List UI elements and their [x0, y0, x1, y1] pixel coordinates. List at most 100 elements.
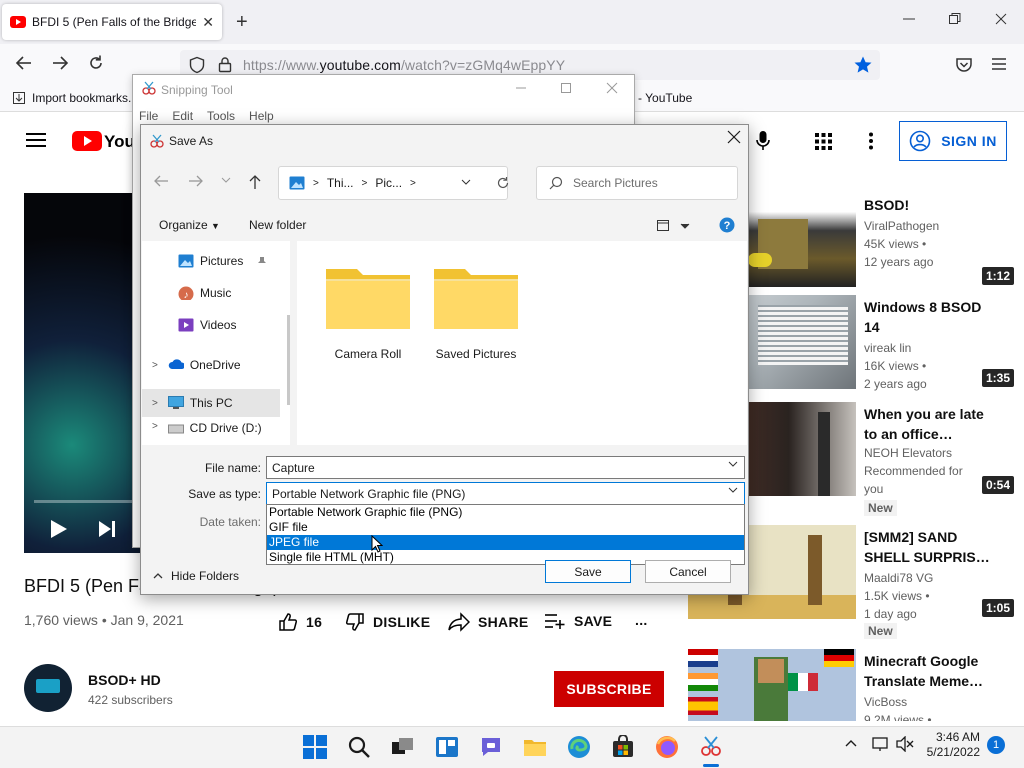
sign-in-button[interactable]: SIGN IN	[899, 121, 1007, 161]
show-hidden-icons-chevron-icon[interactable]	[845, 739, 857, 747]
task-view-icon[interactable]	[391, 735, 415, 759]
dialog-address-bar[interactable]: > Thi... > Pic... >	[278, 166, 508, 200]
browser-tab[interactable]: BFDI 5 (Pen Falls of the Bridge) - ✕	[2, 4, 222, 40]
shield-icon[interactable]	[188, 56, 206, 74]
channel-name[interactable]: BSOD+ HD	[88, 672, 161, 688]
up-folder-icon[interactable]	[248, 174, 262, 190]
reload-icon[interactable]	[86, 53, 106, 73]
youtube-menu-icon[interactable]	[26, 132, 46, 148]
save-type-select[interactable]: Portable Network Graphic file (PNG)	[266, 482, 745, 505]
menu-file[interactable]: File	[139, 109, 158, 123]
minimize-window-icon[interactable]	[902, 12, 916, 26]
play-icon[interactable]	[50, 519, 68, 539]
snip-minimize-icon[interactable]	[515, 82, 527, 94]
nav-item-music[interactable]: ♪ Music	[142, 279, 280, 307]
hide-folders-toggle[interactable]: Hide Folders	[153, 569, 239, 583]
youtube-logo-icon[interactable]: You	[72, 130, 132, 152]
bookmark-star-icon[interactable]	[853, 55, 873, 75]
notification-badge[interactable]: 1	[987, 736, 1005, 754]
start-windows-icon[interactable]	[303, 735, 327, 759]
organize-button[interactable]: Organize ▼	[159, 218, 220, 232]
microphone-icon[interactable]	[755, 130, 771, 152]
bookmark-youtube-tail[interactable]: - YouTube	[638, 91, 692, 105]
snip-maximize-icon[interactable]	[560, 82, 572, 94]
breadcrumb-this-pc[interactable]: Thi...	[327, 176, 354, 190]
expand-chevron-icon[interactable]: >	[152, 360, 158, 371]
nav-item-videos[interactable]: Videos	[142, 311, 280, 339]
folder-camera-roll[interactable]: Camera Roll	[313, 261, 423, 361]
nav-item-this-pc[interactable]: > This PC	[142, 389, 280, 417]
nav-item-pictures[interactable]: Pictures	[142, 247, 280, 275]
chat-teams-icon[interactable]	[479, 735, 503, 759]
restore-window-icon[interactable]	[948, 12, 962, 26]
pocket-icon[interactable]	[955, 56, 973, 74]
save-video-button[interactable]: SAVE	[544, 612, 612, 630]
new-tab-button[interactable]: +	[236, 10, 248, 34]
back-icon[interactable]	[14, 53, 34, 73]
clock-time[interactable]: 3:46 AM	[920, 730, 980, 744]
nav-item-onedrive[interactable]: > OneDrive	[142, 351, 280, 379]
lock-icon[interactable]	[217, 56, 233, 74]
file-name-input[interactable]: Capture	[266, 456, 745, 479]
recent-locations-chevron-icon[interactable]	[221, 177, 231, 183]
cancel-button[interactable]: Cancel	[645, 560, 731, 583]
close-window-icon[interactable]	[994, 12, 1008, 26]
url-text[interactable]: https://www.youtube.com/watch?v=zGMq4wEp…	[243, 57, 565, 73]
network-icon[interactable]	[872, 736, 888, 752]
recommended-video[interactable]: Minecraft Google Translate Meme… VicBoss…	[688, 649, 1018, 721]
channel-avatar[interactable]	[24, 664, 72, 712]
option-jpeg[interactable]: JPEG file	[267, 535, 744, 550]
dialog-forward-icon[interactable]	[188, 174, 204, 188]
more-actions-button[interactable]: ...	[635, 612, 648, 628]
snip-close-icon[interactable]	[606, 82, 618, 94]
view-options-icon[interactable]	[657, 220, 691, 232]
volume-muted-icon[interactable]	[896, 736, 914, 752]
expand-chevron-icon[interactable]: >	[152, 421, 158, 432]
apps-grid-icon[interactable]	[815, 133, 832, 150]
menu-edit[interactable]: Edit	[172, 109, 193, 123]
dialog-close-icon[interactable]	[727, 130, 741, 144]
expand-chevron-icon[interactable]: >	[152, 398, 158, 409]
subscribe-button[interactable]: SUBSCRIBE	[554, 671, 664, 707]
microsoft-store-icon[interactable]	[611, 735, 635, 759]
more-options-icon[interactable]	[868, 132, 874, 150]
video-player[interactable]	[24, 193, 144, 553]
taskbar-search-icon[interactable]	[347, 735, 371, 759]
tab-close-icon[interactable]: ✕	[202, 14, 214, 31]
nav-item-cd-drive[interactable]: > CD Drive (D:) virt	[142, 421, 280, 437]
option-png[interactable]: Portable Network Graphic file (PNG)	[267, 505, 744, 520]
clock-date[interactable]: 5/21/2022	[916, 745, 980, 759]
new-folder-button[interactable]: New folder	[249, 218, 306, 232]
option-gif[interactable]: GIF file	[267, 520, 744, 535]
next-video-icon[interactable]	[98, 520, 116, 538]
dislike-button[interactable]: DISLIKE	[345, 612, 430, 632]
video-duration: 0:54	[981, 476, 1014, 494]
import-bookmarks-link[interactable]: Import bookmarks...	[32, 91, 138, 105]
help-icon[interactable]: ?	[719, 217, 735, 233]
hamburger-menu-icon[interactable]	[991, 57, 1007, 71]
firefox-icon[interactable]	[655, 735, 679, 759]
file-name-dropdown-chevron-icon[interactable]	[728, 461, 738, 467]
menu-help[interactable]: Help	[249, 109, 274, 123]
save-button[interactable]: Save	[545, 560, 631, 583]
dialog-search-box[interactable]: Search Pictures	[536, 166, 738, 200]
address-dropdown-chevron-icon[interactable]	[461, 179, 471, 185]
breadcrumb-pictures[interactable]: Pic...	[375, 176, 402, 190]
video-thumbnail[interactable]	[688, 649, 856, 721]
pin-icon[interactable]	[257, 256, 267, 266]
video-progress-bar[interactable]	[34, 500, 132, 503]
dialog-back-icon[interactable]	[153, 174, 169, 188]
folder-saved-pictures[interactable]: Saved Pictures	[421, 261, 531, 361]
forward-icon[interactable]	[50, 53, 70, 73]
file-explorer-icon[interactable]	[523, 735, 547, 759]
nav-pane-scrollbar[interactable]	[287, 315, 290, 405]
menu-tools[interactable]: Tools	[207, 109, 235, 123]
save-type-dropdown-chevron-icon[interactable]	[728, 487, 738, 493]
widgets-icon[interactable]	[435, 735, 459, 759]
snipping-tool-taskbar-icon[interactable]	[699, 735, 723, 759]
refresh-icon[interactable]	[496, 176, 510, 190]
like-button[interactable]: 16	[278, 612, 322, 632]
active-app-indicator	[703, 764, 719, 767]
share-button[interactable]: SHARE	[448, 612, 529, 632]
edge-browser-icon[interactable]	[567, 735, 591, 759]
